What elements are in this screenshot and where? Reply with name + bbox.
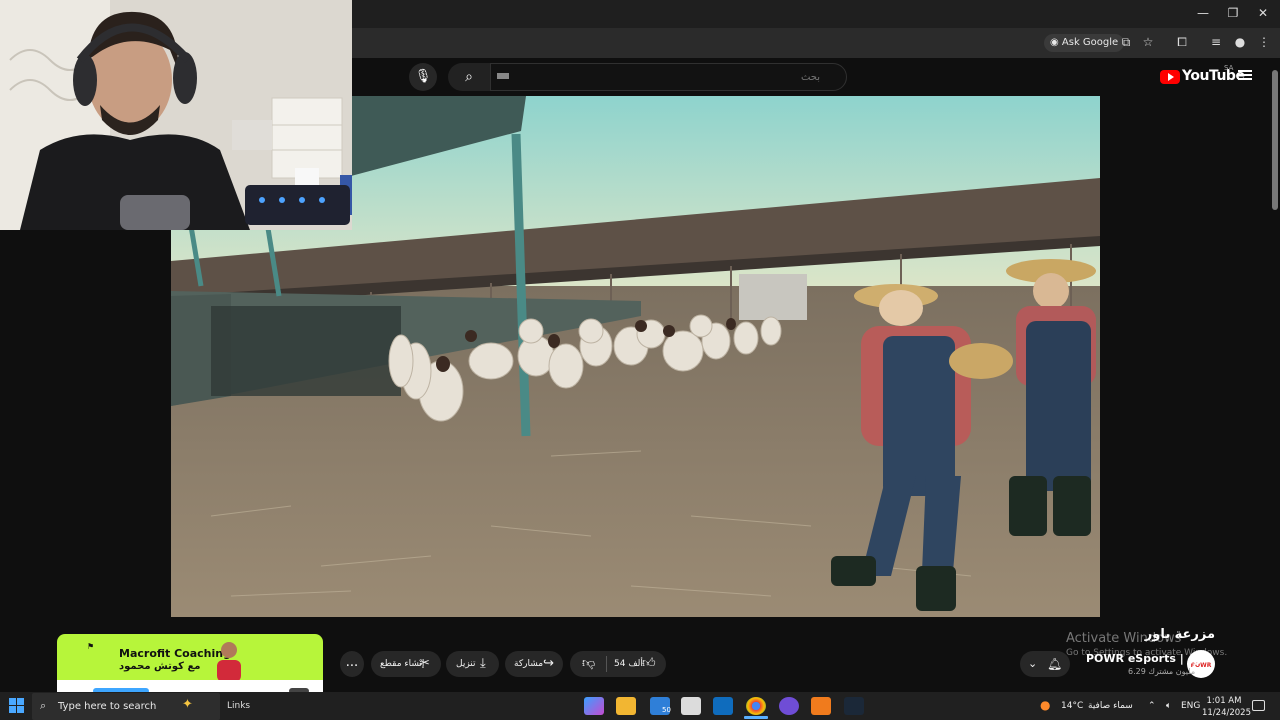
subscribed-notifications-button[interactable]: ⌄ 🔔︎ bbox=[1020, 651, 1070, 677]
bell-icon: 🔔︎ bbox=[1047, 657, 1063, 671]
discord-icon[interactable] bbox=[779, 697, 799, 715]
search-icon: ⌕ bbox=[40, 699, 47, 712]
streamer-webcam bbox=[0, 0, 352, 230]
minimize-button[interactable]: — bbox=[1188, 6, 1218, 20]
extensions-icon[interactable]: ⧠ bbox=[1174, 35, 1190, 50]
vlc-icon[interactable] bbox=[811, 697, 831, 715]
like-dislike-group: 👎︎ 54 ألف 👍︎ bbox=[570, 651, 666, 677]
cast-icon[interactable]: ⧉ bbox=[1118, 35, 1134, 50]
download-button[interactable]: تنزيل ⤓ bbox=[446, 651, 499, 677]
dislike-button[interactable]: 👎︎ bbox=[582, 651, 595, 677]
notification-center-icon[interactable] bbox=[1252, 700, 1265, 711]
region-code: SA bbox=[1224, 64, 1234, 72]
search-button[interactable]: ⌕ bbox=[448, 63, 490, 91]
share-label: مشاركة bbox=[514, 659, 544, 669]
search-highlight-icon[interactable]: ✦ bbox=[182, 697, 193, 712]
voice-search-icon[interactable]: 🎙 bbox=[409, 63, 437, 91]
clock-date: 11/24/2025 bbox=[1202, 708, 1251, 718]
copilot-icon[interactable] bbox=[584, 697, 604, 715]
download-label: تنزيل bbox=[456, 659, 476, 669]
more-actions-button[interactable]: ... bbox=[340, 651, 364, 677]
search-icon: ⌕ bbox=[465, 69, 473, 85]
tray-overflow-chevron-icon[interactable]: ⌃ bbox=[1148, 701, 1156, 711]
browser-menu-icon[interactable]: ⋮ bbox=[1256, 35, 1272, 49]
clip-label: إنشاء مقطع bbox=[380, 659, 425, 669]
weather-icon[interactable]: ● bbox=[1040, 698, 1050, 712]
windows-start-icon[interactable] bbox=[9, 698, 25, 714]
keyboard-icon[interactable] bbox=[497, 73, 509, 79]
input-language[interactable]: ENG bbox=[1181, 701, 1200, 711]
webcam-frame bbox=[0, 0, 352, 230]
ask-google-button[interactable]: ◉ Ask Google bbox=[1044, 34, 1125, 52]
search-input[interactable] bbox=[491, 64, 846, 90]
download-icon: ⤓ bbox=[480, 656, 486, 671]
video-title: مزرعة باور bbox=[1144, 627, 1215, 642]
screen: — ❐ ✕ ◉ Ask Google ⧉ ☆ ⧠ ≡ ● ⋮ 🎙 ⌕ YouTu… bbox=[0, 0, 1280, 720]
google-lens-icon: ◉ bbox=[1050, 37, 1062, 48]
taskbar-clock[interactable]: 1:01 AM 11/24/2025 bbox=[1202, 695, 1251, 719]
volume-icon[interactable]: 🔈︎ bbox=[1166, 701, 1171, 711]
ad-subtitle: مع كوتش محمود bbox=[119, 661, 201, 672]
weather-temperature[interactable]: 14°C bbox=[1061, 701, 1083, 711]
chrome-icon[interactable] bbox=[746, 697, 766, 715]
profile-avatar-icon[interactable]: ● bbox=[1232, 35, 1248, 49]
file-explorer-icon[interactable] bbox=[616, 697, 636, 715]
chevron-down-icon: ⌄ bbox=[1028, 657, 1038, 670]
clip-button[interactable]: إنشاء مقطع ✂ bbox=[371, 651, 441, 677]
bookmark-star-icon[interactable]: ☆ bbox=[1140, 35, 1156, 49]
youtube-play-icon bbox=[1160, 70, 1180, 84]
subscriber-count: 6.29 مليون مشترك bbox=[1128, 667, 1196, 676]
ask-google-label: Ask Google bbox=[1061, 37, 1119, 48]
chrome-active-indicator bbox=[744, 716, 768, 719]
ad-brand-logo-icon: ⚑ bbox=[87, 642, 95, 651]
guide-menu-icon[interactable] bbox=[1238, 68, 1252, 82]
mail-icon[interactable]: 50 bbox=[650, 697, 671, 715]
steam-icon[interactable] bbox=[844, 697, 864, 715]
channel-name[interactable]: POWR eSports | باور bbox=[1086, 652, 1209, 665]
search-box[interactable] bbox=[490, 63, 847, 91]
ad-footer bbox=[57, 680, 323, 694]
microsoft-store-icon[interactable] bbox=[681, 697, 701, 715]
outlook-icon[interactable] bbox=[713, 697, 733, 715]
taskbar-links-toolbar[interactable]: Links bbox=[227, 701, 250, 711]
scrollbar-thumb[interactable] bbox=[1272, 70, 1278, 210]
media-controls-icon[interactable]: ≡ bbox=[1208, 35, 1224, 49]
share-icon: ↪ bbox=[543, 656, 554, 671]
share-button[interactable]: مشاركة ↪ bbox=[505, 651, 563, 677]
clock-time: 1:01 AM bbox=[1206, 696, 1242, 706]
close-button[interactable]: ✕ bbox=[1248, 6, 1278, 20]
page-scrollbar[interactable] bbox=[1270, 58, 1280, 692]
scissors-icon: ✂ bbox=[419, 656, 430, 671]
ad-coach-image bbox=[217, 642, 241, 680]
sponsored-ad-card[interactable]: ⚑ Macrofit Coaching مع كوتش محمود bbox=[57, 634, 323, 680]
like-count: 54 ألف bbox=[614, 659, 643, 669]
more-icon: ... bbox=[345, 655, 359, 670]
youtube-wordmark: YouTube bbox=[1182, 68, 1245, 84]
weather-description[interactable]: سماء صافية bbox=[1088, 701, 1133, 711]
like-divider bbox=[606, 656, 607, 672]
restore-button[interactable]: ❐ bbox=[1218, 6, 1248, 20]
mail-badge: 50 bbox=[662, 706, 671, 714]
taskbar-search-placeholder[interactable]: Type here to search bbox=[58, 701, 156, 712]
like-button[interactable]: 👍︎ bbox=[642, 651, 656, 677]
